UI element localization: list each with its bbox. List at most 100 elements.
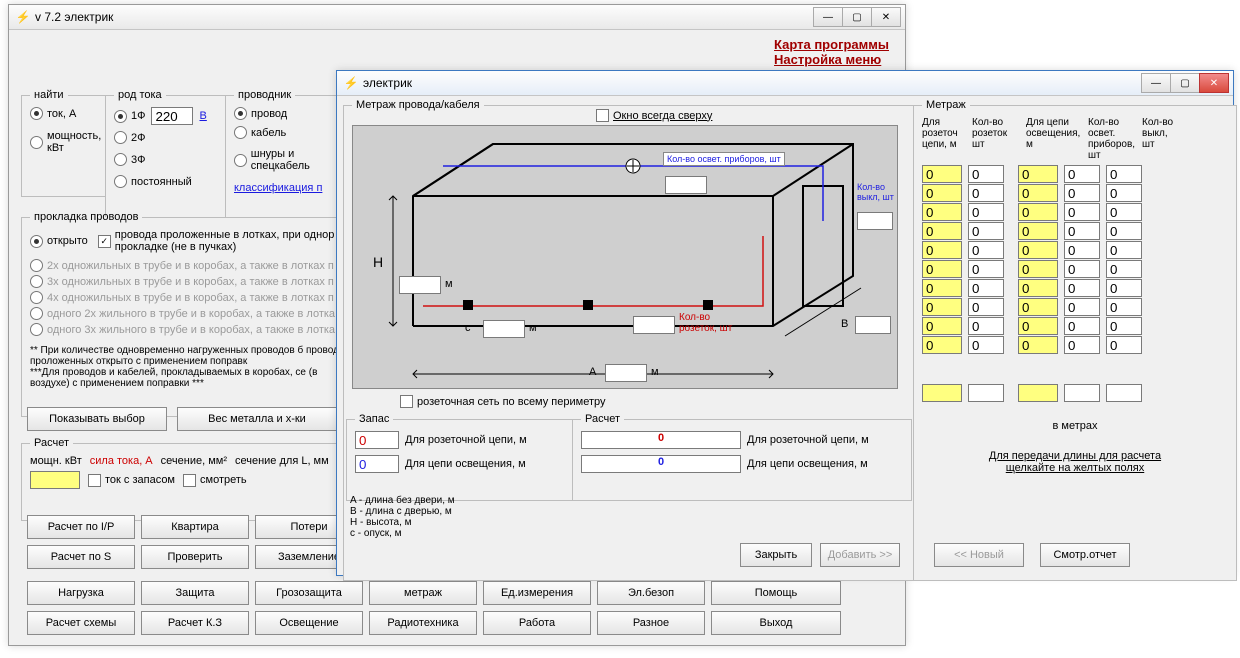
met-b2-8[interactable]	[1064, 317, 1100, 335]
menu-link[interactable]: Настройка меню	[774, 52, 889, 67]
prokl-lot[interactable]: провода проложенные в лотках, при однор …	[98, 229, 345, 253]
fg-min-button[interactable]: —	[1141, 73, 1171, 93]
met-b1-8[interactable]	[1018, 317, 1058, 335]
rozet-count-field[interactable]	[633, 316, 675, 334]
find-tokA[interactable]: ток, А	[30, 107, 76, 120]
met-b1-4[interactable]	[1018, 241, 1058, 259]
btn-schema[interactable]: Расчет схемы	[27, 611, 135, 635]
bg-max-button[interactable]: ▢	[842, 7, 872, 27]
met-b3-1[interactable]	[1106, 184, 1142, 202]
bg-close-button[interactable]: ✕	[871, 7, 901, 27]
osvet-count-field[interactable]	[665, 176, 707, 194]
met-a1-2[interactable]	[922, 203, 962, 221]
met-b3-9[interactable]	[1106, 336, 1142, 354]
met-b2-5[interactable]	[1064, 260, 1100, 278]
met-a1-9[interactable]	[922, 336, 962, 354]
met-a1-8[interactable]	[922, 317, 962, 335]
map-link[interactable]: Карта программы	[774, 37, 889, 52]
bg-min-button[interactable]: —	[813, 7, 843, 27]
weight-btn[interactable]: Вес металла и х-ки	[177, 407, 337, 431]
btn-s[interactable]: Расчет по S	[27, 545, 135, 569]
met-new-btn[interactable]: << Новый	[934, 543, 1024, 567]
met-b2-7[interactable]	[1064, 298, 1100, 316]
met-b2-6[interactable]	[1064, 279, 1100, 297]
met-b2-4[interactable]	[1064, 241, 1100, 259]
met-b3-4[interactable]	[1106, 241, 1142, 259]
rod-2f[interactable]: 2Ф	[114, 131, 145, 144]
met-b3-8[interactable]	[1106, 317, 1142, 335]
met-b1-3[interactable]	[1018, 222, 1058, 240]
rod-dc[interactable]: постоянный	[114, 175, 192, 188]
always-top-check[interactable]: Окно всегда сверху	[596, 109, 712, 122]
met-b3-5[interactable]	[1106, 260, 1142, 278]
btn-help[interactable]: Помощь	[711, 581, 841, 605]
cond-cls-link[interactable]: классификация п	[234, 182, 322, 194]
btn-exit[interactable]: Выход	[711, 611, 841, 635]
met-b2-1[interactable]	[1064, 184, 1100, 202]
rod-v-link[interactable]: В	[199, 110, 206, 122]
met-a1-4[interactable]	[922, 241, 962, 259]
met-total-b2[interactable]	[1064, 384, 1100, 402]
met-b1-0[interactable]	[1018, 165, 1058, 183]
met-a2-8[interactable]	[968, 317, 1004, 335]
zapas-roz-field[interactable]	[355, 431, 399, 449]
vykl-count-field[interactable]	[857, 212, 893, 230]
met-a1-7[interactable]	[922, 298, 962, 316]
btn-kz[interactable]: Расчет К.З	[141, 611, 249, 635]
rod-3f[interactable]: 3Ф	[114, 153, 145, 166]
cond-wire[interactable]: провод	[234, 107, 287, 120]
met-b2-9[interactable]	[1064, 336, 1100, 354]
met-a1-3[interactable]	[922, 222, 962, 240]
prokl-r2[interactable]: 3х одножильных в трубе и в коробах, а та…	[30, 275, 334, 288]
met-a1-5[interactable]	[922, 260, 962, 278]
met-a2-4[interactable]	[968, 241, 1004, 259]
add-btn[interactable]: Добавить >>	[820, 543, 900, 567]
prokl-r5[interactable]: одного 3х жильного в трубе и в коробах, …	[30, 323, 335, 336]
cond-cable[interactable]: кабель	[234, 126, 286, 139]
met-b1-1[interactable]	[1018, 184, 1058, 202]
met-a2-0[interactable]	[968, 165, 1004, 183]
met-b3-3[interactable]	[1106, 222, 1142, 240]
met-a1-0[interactable]	[922, 165, 962, 183]
btn-elbezop[interactable]: Эл.безоп	[597, 581, 705, 605]
btn-grozo[interactable]: Грозозащита	[255, 581, 363, 605]
met-b3-6[interactable]	[1106, 279, 1142, 297]
show-choice-btn[interactable]: Показывать выбор	[27, 407, 167, 431]
calc-look[interactable]: смотреть	[183, 471, 247, 489]
find-power[interactable]: мощность, кВт	[30, 130, 95, 154]
btn-check[interactable]: Проверить	[141, 545, 249, 569]
met-a1-1[interactable]	[922, 184, 962, 202]
met-b1-6[interactable]	[1018, 279, 1058, 297]
met-total-a1[interactable]	[922, 384, 962, 402]
dim-c-field[interactable]	[483, 320, 525, 338]
btn-units[interactable]: Ед.измерения	[483, 581, 591, 605]
met-b2-3[interactable]	[1064, 222, 1100, 240]
met-b1-7[interactable]	[1018, 298, 1058, 316]
btn-radio[interactable]: Радиотехника	[369, 611, 477, 635]
met-a2-2[interactable]	[968, 203, 1004, 221]
met-a2-3[interactable]	[968, 222, 1004, 240]
calc-moshn-field[interactable]	[30, 471, 80, 489]
met-a1-6[interactable]	[922, 279, 962, 297]
dim-A-field[interactable]	[605, 364, 647, 382]
met-a2-6[interactable]	[968, 279, 1004, 297]
btn-kvartira[interactable]: Квартира	[141, 515, 249, 539]
fg-close-button[interactable]: ✕	[1199, 73, 1229, 93]
prokl-open[interactable]: открыто	[30, 229, 88, 253]
met-a2-9[interactable]	[968, 336, 1004, 354]
met-a2-1[interactable]	[968, 184, 1004, 202]
btn-ip[interactable]: Расчет по I/P	[27, 515, 135, 539]
met-total-b1[interactable]	[1018, 384, 1058, 402]
btn-misc[interactable]: Разное	[597, 611, 705, 635]
calc-zapas[interactable]: ток с запасом	[88, 471, 175, 489]
dim-H-field[interactable]	[399, 276, 441, 294]
met-a2-7[interactable]	[968, 298, 1004, 316]
perimeter-check[interactable]: розеточная сеть по всему периметру	[400, 395, 605, 408]
btn-nagruzka[interactable]: Нагрузка	[27, 581, 135, 605]
met-b3-0[interactable]	[1106, 165, 1142, 183]
btn-zashita[interactable]: Защита	[141, 581, 249, 605]
btn-metraj[interactable]: метраж	[369, 581, 477, 605]
met-b1-2[interactable]	[1018, 203, 1058, 221]
btn-light[interactable]: Освещение	[255, 611, 363, 635]
met-total-a2[interactable]	[968, 384, 1004, 402]
